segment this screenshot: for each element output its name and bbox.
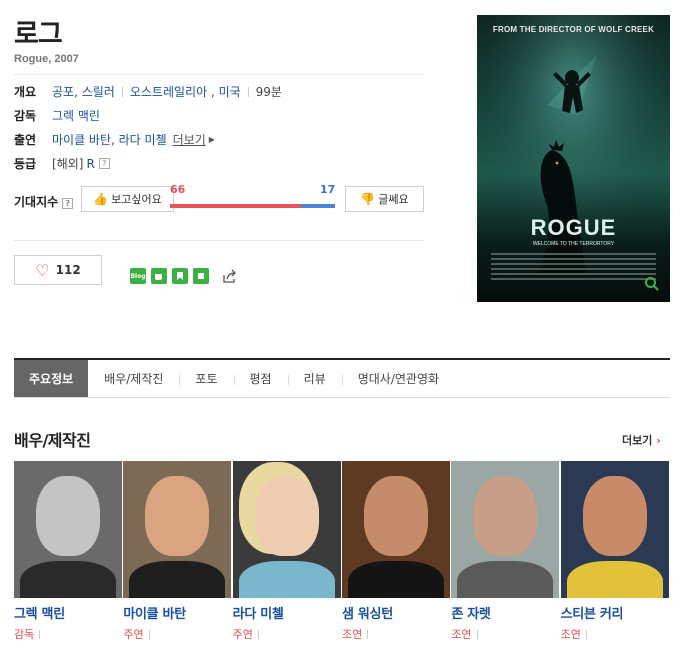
person-role: 주연 bbox=[233, 626, 342, 642]
share-icon[interactable] bbox=[221, 268, 237, 284]
director-row: 감독 그렉 맥린 bbox=[14, 107, 100, 124]
divider bbox=[14, 74, 424, 75]
person-photo[interactable] bbox=[123, 461, 232, 598]
director-label: 감독 bbox=[14, 109, 37, 123]
person-photo[interactable] bbox=[232, 461, 341, 598]
zoom-icon[interactable] bbox=[644, 276, 664, 296]
thumbs-up-icon: 👍 bbox=[93, 192, 109, 206]
expectation-bar-fill bbox=[170, 204, 302, 208]
cast-item[interactable]: 마이클 바탄 주연 bbox=[123, 461, 232, 651]
not-sure-button[interactable]: 👎 글쎄요 bbox=[345, 186, 424, 212]
blog-icon[interactable]: Blog bbox=[130, 268, 146, 284]
rating-label: 등급 bbox=[14, 157, 37, 171]
movie-poster[interactable]: FROM THE DIRECTOR OF WOLF CREEK ROGUE WE… bbox=[477, 15, 670, 302]
country-link[interactable]: 오스트레일리아 , 미국 bbox=[130, 83, 241, 100]
person-role: 조연 bbox=[342, 626, 451, 642]
cast-item[interactable]: 샘 워싱턴 조연 bbox=[341, 461, 451, 651]
cast-more-link[interactable]: 더보기 bbox=[173, 131, 206, 148]
cast-list: 그렉 맥린 감독 마이클 바탄 주연 라다 미첼 주연 샘 워싱턴 조연 존 자… bbox=[14, 461, 670, 651]
cafe-icon[interactable] bbox=[151, 268, 167, 284]
cast-item[interactable]: 존 자렛 조연 bbox=[451, 461, 560, 651]
person-name[interactable]: 스티븐 커리 bbox=[561, 603, 670, 622]
original-title-year: Rogue, 2007 bbox=[14, 53, 79, 65]
poster-title: ROGUE bbox=[530, 215, 617, 240]
section-title: 배우/제작진 bbox=[14, 431, 91, 450]
thumbs-down-icon: 👎 bbox=[360, 192, 376, 206]
separator bbox=[247, 86, 249, 97]
separator bbox=[121, 86, 123, 97]
person-name[interactable]: 라다 미첼 bbox=[233, 603, 342, 622]
want-to-see-button[interactable]: 👍 보고싶어요 bbox=[81, 186, 174, 212]
person-role: 조연 bbox=[451, 626, 560, 642]
cast-row: 출연 마이클 바탄, 라다 미첼 더보기 ▶ bbox=[14, 131, 215, 148]
cast-item[interactable]: 그렉 맥린 감독 bbox=[14, 461, 123, 651]
person-name[interactable]: 마이클 바탄 bbox=[123, 603, 232, 622]
help-icon[interactable]: ? bbox=[98, 158, 110, 169]
expectation-index: 기대지수? 👍 보고싶어요 66 17 👎 글쎄요 bbox=[14, 183, 424, 214]
genre-link[interactable]: 공포, 스릴러 bbox=[52, 83, 115, 100]
person-photo[interactable] bbox=[451, 461, 560, 598]
person-role: 감독 bbox=[14, 626, 123, 642]
rating-row: 등급 [해외] R ? bbox=[14, 155, 110, 172]
rating-link[interactable]: R bbox=[86, 157, 94, 171]
overview-label: 개요 bbox=[14, 85, 37, 99]
tab-cast-crew[interactable]: 배우/제작진 bbox=[88, 360, 179, 397]
cast-link[interactable]: 마이클 바탄, 라다 미첼 bbox=[52, 131, 167, 148]
me-icon[interactable] bbox=[193, 268, 209, 284]
like-button[interactable]: ♡ 112 bbox=[14, 255, 102, 285]
like-count: 112 bbox=[55, 263, 81, 277]
not-sure-label: 글쎄요 bbox=[378, 193, 409, 206]
meh-count: 17 bbox=[320, 183, 336, 196]
poster-tagline: WELCOME TO THE TERRORTORY bbox=[532, 241, 615, 247]
director-link[interactable]: 그렉 맥린 bbox=[52, 107, 100, 124]
person-photo[interactable] bbox=[560, 461, 669, 598]
cast-label: 출연 bbox=[14, 133, 37, 147]
poster-credits bbox=[491, 253, 656, 285]
cast-item[interactable]: 스티븐 커리 조연 bbox=[560, 461, 670, 651]
person-role: 조연 bbox=[561, 626, 670, 642]
person-name[interactable]: 샘 워싱턴 bbox=[342, 603, 451, 622]
rating-region: [해외] bbox=[52, 157, 84, 171]
section-more-link[interactable]: 더보기 › bbox=[622, 432, 661, 448]
chevron-right-icon: ▶ bbox=[208, 135, 215, 144]
tab-review[interactable]: 리뷰 bbox=[287, 360, 342, 397]
tab-bar: 주요정보 배우/제작진 포토 평점 리뷰 명대사/연관영화 bbox=[14, 358, 670, 398]
poster-tagline-top: FROM THE DIRECTOR OF WOLF CREEK bbox=[492, 25, 655, 34]
divider bbox=[14, 240, 424, 241]
person-name[interactable]: 그렉 맥린 bbox=[14, 603, 123, 622]
help-icon[interactable]: ? bbox=[62, 198, 74, 209]
page-title: 로그 bbox=[14, 19, 63, 50]
bookmark-icon[interactable] bbox=[172, 268, 188, 284]
runtime: 99분 bbox=[255, 85, 282, 99]
want-count: 66 bbox=[170, 183, 186, 196]
person-photo[interactable] bbox=[14, 461, 122, 598]
expectation-label: 기대지수? bbox=[14, 193, 74, 210]
share-bar: Blog bbox=[130, 268, 237, 284]
cast-item[interactable]: 라다 미첼 주연 bbox=[232, 461, 342, 651]
person-photo[interactable] bbox=[341, 461, 450, 598]
tab-rating[interactable]: 평점 bbox=[233, 360, 288, 397]
tab-main-info[interactable]: 주요정보 bbox=[14, 360, 89, 397]
overview-row: 개요 공포, 스릴러 오스트레일리아 , 미국 99분 bbox=[14, 83, 282, 100]
chevron-right-icon: › bbox=[656, 434, 661, 447]
tab-quotes-related[interactable]: 명대사/연관영화 bbox=[341, 360, 455, 397]
person-name[interactable]: 존 자렛 bbox=[451, 603, 560, 622]
tab-photo[interactable]: 포토 bbox=[179, 360, 233, 397]
expectation-bar bbox=[170, 204, 335, 208]
heart-icon: ♡ bbox=[35, 260, 50, 280]
want-to-see-label: 보고싶어요 bbox=[111, 193, 162, 206]
person-role: 주연 bbox=[123, 626, 232, 642]
